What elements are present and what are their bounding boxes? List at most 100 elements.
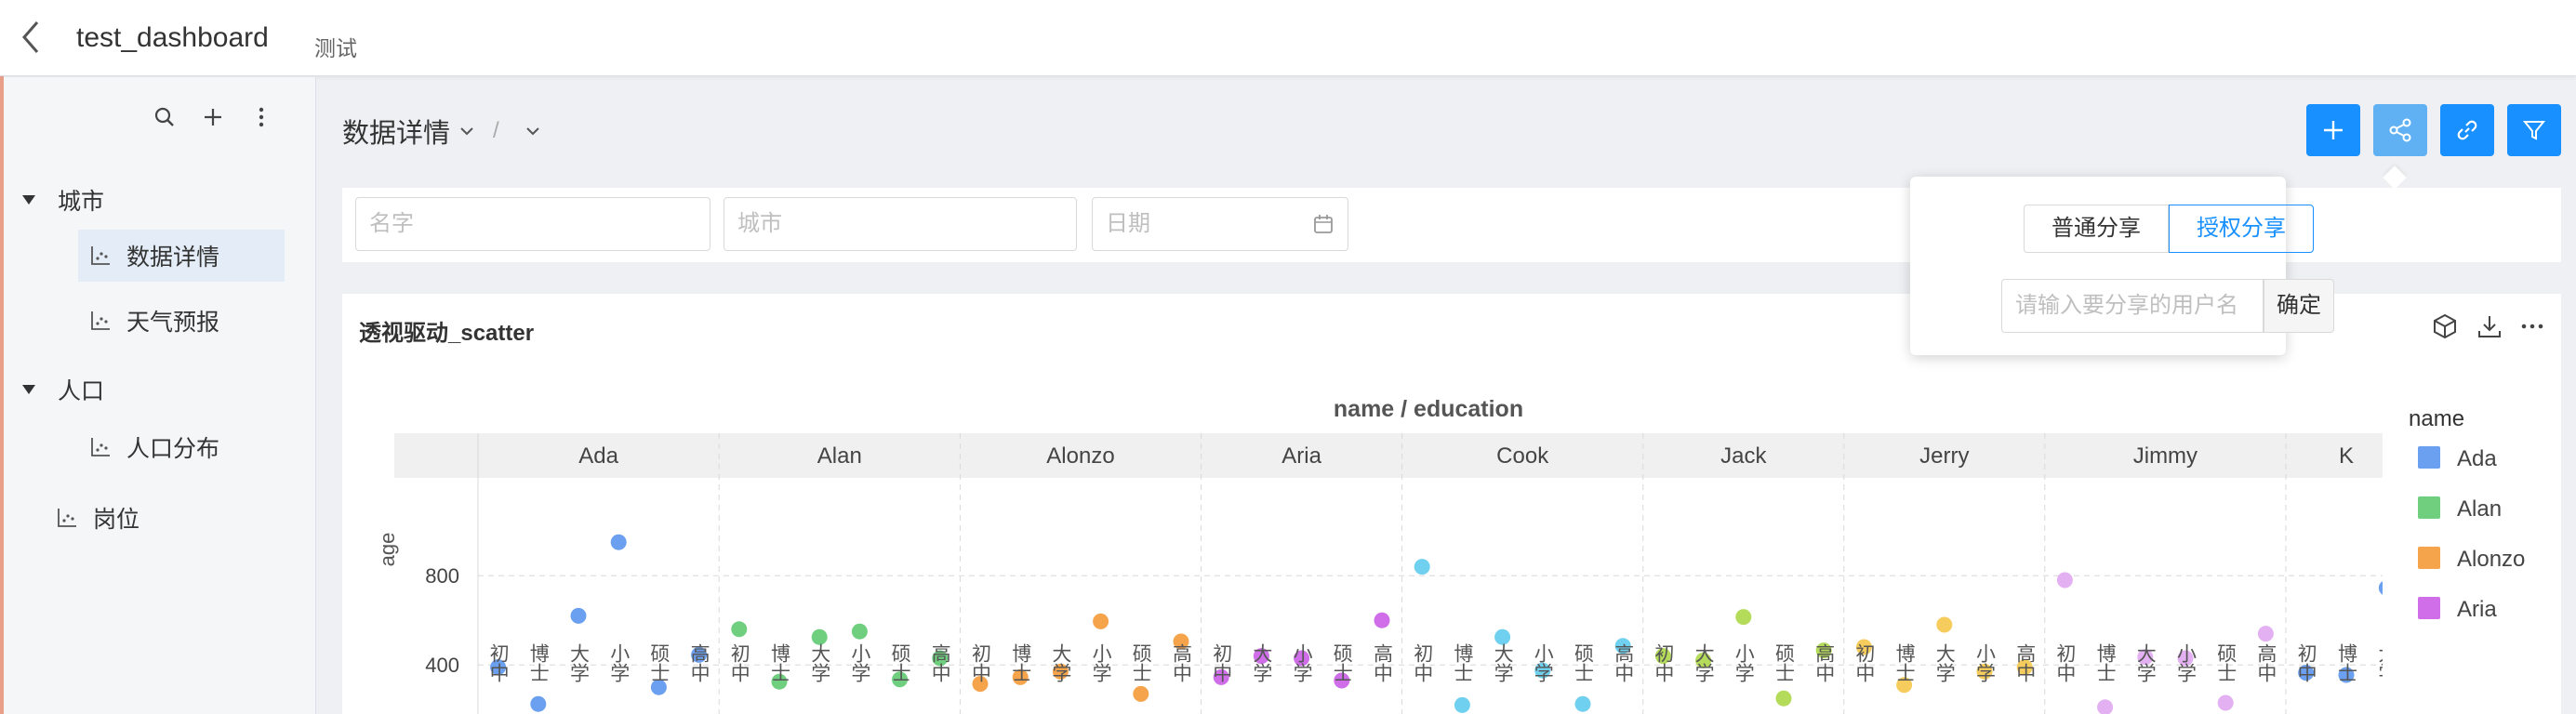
share-icon [2389,118,2411,142]
filter-button[interactable] [2507,104,2561,156]
search-icon[interactable] [151,103,179,131]
chart-card: 透视驱动_scatter name / education Ada 初中 博士 大学小… [342,294,2561,714]
scatter-point[interactable] [1574,695,1591,712]
tab-authorized-share[interactable]: 授权分享 [2169,205,2314,253]
x-tick-label: 硕士 [2215,643,2237,682]
scatter-point[interactable] [1775,690,1792,707]
caret-down-icon [22,385,35,394]
legend-entry[interactable]: Alonzo [2457,547,2525,572]
x-tick-label: 高中 [929,643,950,682]
x-tick-label: 硕士 [1130,643,1152,682]
date-filter-input[interactable]: 日期 [1092,197,1348,251]
x-tick-label: 博士 [1010,643,1032,682]
confirm-share-button[interactable]: 确定 [2264,279,2334,333]
x-tick-label: 博士 [2336,643,2358,682]
x-tick-label: 小学 [1974,643,1997,682]
plus-icon[interactable] [199,103,227,131]
tree-item-jobs[interactable]: 岗位 [56,497,139,538]
x-tick-label: 大学 [809,643,831,682]
tree-folder-population[interactable]: 人口 [22,369,104,410]
x-tick-label: 博士 [2094,643,2117,682]
back-icon[interactable] [13,19,50,56]
x-tick-label: 高中 [1372,643,1393,682]
scatter-point[interactable] [1735,609,1752,626]
sidebar: 城市 数据详情 天气预报 人口 人口分布 岗位 [4,77,316,714]
tree-label: 天气预报 [126,310,220,336]
scatter-point[interactable] [2097,699,2114,714]
breadcrumb-current[interactable]: 数据详情 [342,112,450,151]
city-filter-input[interactable]: 城市 [724,197,1077,251]
share-username-input[interactable]: 请输入要分享的用户名 [2001,279,2264,333]
scatter-point[interactable] [2056,572,2073,588]
scatter-point[interactable] [851,623,868,640]
breadcrumb: 数据详情 / [342,112,540,151]
share-popover: 普通分享 授权分享 请输入要分享的用户名 确定 [1910,177,2334,355]
legend-entry[interactable]: Ada [2457,446,2497,471]
legend-swatch [2418,496,2440,519]
top-header: test_dashboard 测试 [0,0,2576,76]
tree-item-population-distribution[interactable]: 人口分布 [89,427,219,468]
scatter-point[interactable] [731,621,748,638]
facet-group: Ada初中 博士 大学 小学 硕士 高中Alan初中 博士 大学 小学 硕士 高中Alonzo初中博… [394,433,2398,714]
dashboard-title: test_dashboard [76,22,269,53]
facet-header-label: Alan [817,443,862,469]
x-tick-label: 初中 [2295,643,2317,682]
scatter-point[interactable] [610,534,627,550]
tree-label: 城市 [58,189,105,215]
tree-folder-city[interactable]: 城市 [22,179,104,220]
scatter-point[interactable] [1936,616,1953,633]
scatter-point[interactable] [570,607,587,624]
scatter-point[interactable] [1133,685,1149,702]
tree-label: 岗位 [93,507,140,533]
tree-label: 人口 [58,378,105,404]
breadcrumb-separator: / [493,118,499,143]
x-tick-label: 高中 [2014,643,2036,682]
x-tick-label: 高中 [1171,643,1192,682]
scatter-point[interactable] [2217,694,2234,711]
date-placeholder: 日期 [1106,211,1150,236]
add-widget-button[interactable] [2306,104,2360,156]
x-tick-label: 硕士 [1573,643,1595,682]
link-button[interactable] [2440,104,2494,156]
scatter-point[interactable] [1093,613,1109,629]
tree-item-weather[interactable]: 天气预报 [89,300,219,341]
x-tick-label: 初中 [1653,643,1675,682]
scatter-point[interactable] [1454,696,1470,713]
scatter-point[interactable] [2378,580,2395,596]
chart-icon [91,246,110,265]
chevron-down-icon[interactable] [459,124,474,139]
x-tick-label: 初中 [1412,643,1434,682]
x-tick-label: 博士 [1893,643,1916,682]
x-tick-label: 大学 [1693,643,1715,682]
x-tick-label: 博士 [769,643,791,682]
x-tick-label: 小学 [2175,643,2198,682]
x-tick-label: 初中 [728,643,750,682]
x-tick-label: 博士 [527,643,550,682]
dashboard-subtitle: 测试 [314,36,357,60]
tree-item-data-details[interactable]: 数据详情 [78,230,285,282]
legend-entry[interactable]: Aria [2457,597,2497,622]
filter-icon [2522,121,2546,140]
tree-label: 人口分布 [126,436,220,462]
x-tick-label: 大学 [1933,643,1956,682]
scatter-point[interactable] [2257,626,2274,642]
legend-swatch [2418,547,2440,569]
x-tick-label: 博士 [1452,643,1474,682]
scatter-point[interactable] [1414,559,1430,575]
x-tick-label: 大学 [1050,643,1072,682]
name-filter-input[interactable]: 名字 [355,197,710,251]
chevron-down-icon[interactable] [525,124,540,139]
chart-icon [58,509,76,527]
scatter-point[interactable] [530,695,547,712]
facet-header-label: Ada [578,443,618,469]
popover-arrow [2383,165,2407,190]
legend-entry[interactable]: Alan [2457,496,2502,522]
share-button[interactable] [2373,104,2427,156]
x-tick-label: 大学 [2376,643,2398,682]
more-vertical-icon[interactable] [247,103,275,131]
x-tick-label: 初中 [487,643,510,682]
scatter-point[interactable] [1374,612,1390,628]
tab-normal-share[interactable]: 普通分享 [2024,205,2169,253]
facet-header-label: Aria [1281,443,1321,469]
x-tick-label: 大学 [1251,643,1273,682]
